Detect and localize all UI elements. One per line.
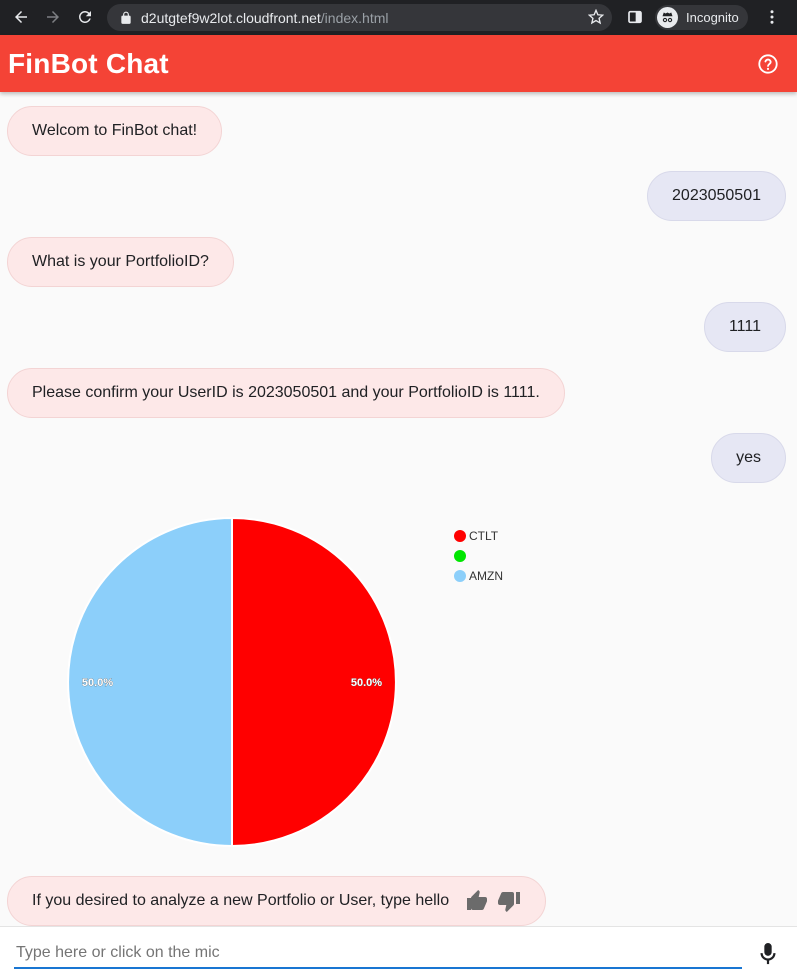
incognito-label: Incognito bbox=[686, 10, 739, 25]
bot-message: Welcom to FinBot chat! bbox=[7, 106, 223, 156]
bot-message: Please confirm your UserID is 2023050501… bbox=[7, 368, 565, 418]
help-icon[interactable] bbox=[757, 53, 779, 75]
lock-icon bbox=[121, 11, 131, 24]
user-message: 2023050501 bbox=[647, 171, 786, 221]
legend-label[interactable]: CTLT bbox=[469, 529, 499, 543]
browser-toolbar: d2utgtef9w2lot.cloudfront.net/index.html… bbox=[0, 0, 797, 35]
more-vert-icon[interactable] bbox=[763, 8, 781, 26]
message-input-bar bbox=[0, 926, 797, 980]
pie-chart-svg: 50.0% 50.0% CTLT AMZN bbox=[67, 516, 503, 848]
incognito-icon bbox=[657, 7, 678, 28]
pie-value-label: 50.0% bbox=[351, 677, 382, 689]
url-host: d2utgtef9w2lot.cloudfront.net bbox=[141, 9, 321, 26]
legend-swatch[interactable] bbox=[454, 570, 466, 582]
user-message: yes bbox=[711, 433, 786, 483]
legend-swatch[interactable] bbox=[454, 530, 466, 542]
thumbs-up-icon[interactable] bbox=[465, 889, 489, 913]
thumbs-down-icon[interactable] bbox=[497, 889, 521, 913]
bot-message-with-feedback: If you desired to analyze a new Portfoli… bbox=[7, 876, 547, 926]
app-header: FinBot Chat bbox=[0, 35, 797, 92]
page-title: FinBot Chat bbox=[8, 47, 169, 79]
feedback-buttons bbox=[465, 889, 521, 913]
portfolio-pie-chart: 50.0% 50.0% CTLT AMZN bbox=[40, 502, 560, 852]
bot-message-text: If you desired to analyze a new Portfoli… bbox=[32, 892, 450, 909]
incognito-badge[interactable]: Incognito bbox=[655, 5, 748, 30]
bot-message: What is your PortfolioID? bbox=[7, 237, 234, 287]
legend-label[interactable]: AMZN bbox=[469, 569, 503, 583]
url-path: /index.html bbox=[320, 9, 389, 26]
side-panel-icon[interactable] bbox=[627, 9, 643, 25]
pie-value-label: 50.0% bbox=[82, 677, 113, 689]
reload-icon[interactable] bbox=[70, 2, 100, 32]
forward-icon[interactable] bbox=[38, 2, 68, 32]
back-icon[interactable] bbox=[6, 2, 36, 32]
chat-history: Welcom to FinBot chat! 2023050501 What i… bbox=[0, 92, 797, 926]
user-message: 1111 bbox=[703, 302, 786, 352]
legend-swatch[interactable] bbox=[454, 550, 466, 562]
bookmark-star-icon[interactable] bbox=[588, 9, 604, 25]
mic-icon[interactable] bbox=[757, 941, 779, 967]
message-input[interactable] bbox=[14, 939, 742, 969]
address-bar[interactable]: d2utgtef9w2lot.cloudfront.net/index.html bbox=[107, 4, 612, 31]
